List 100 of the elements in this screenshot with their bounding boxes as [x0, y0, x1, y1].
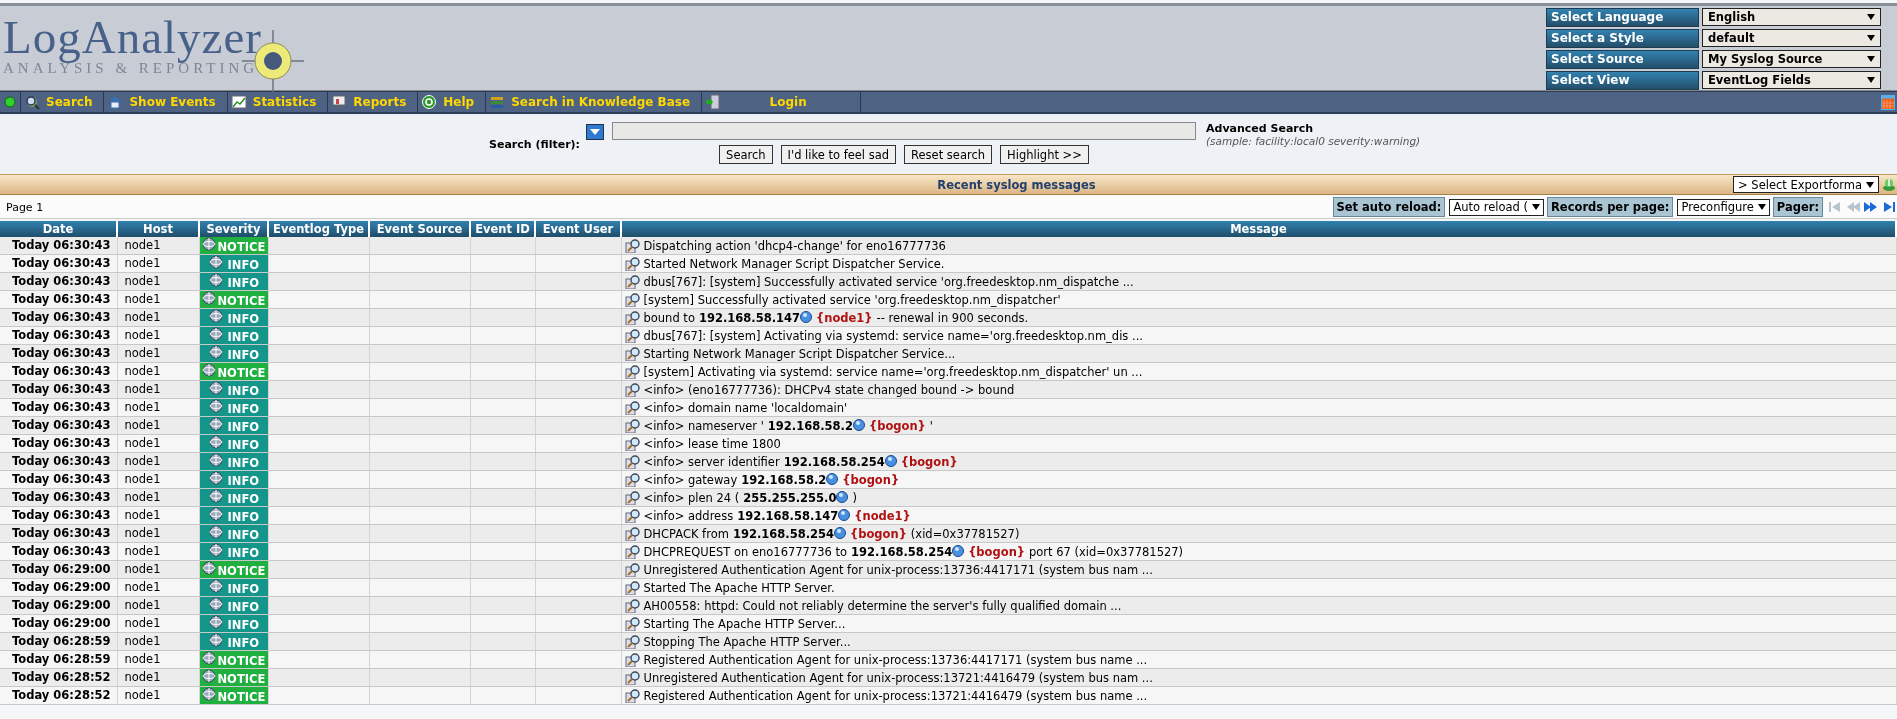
date-cell-text: Today 06:30:43 [11, 436, 111, 450]
host-cell-text: node1 [123, 562, 161, 576]
message-text: [system] Activating via systemd: service name='org.freedesktop.nm_dispatcher' un ... [643, 364, 1143, 379]
severity-label: INFO [227, 258, 260, 272]
message-text: ) [852, 490, 857, 505]
date-cell-text: Today 06:29:00 [11, 580, 111, 594]
severity-label: NOTICE [217, 366, 266, 380]
host-cell-text: node1 [123, 454, 161, 468]
auto-reload-dropdown[interactable]: Auto reload ( [1449, 198, 1544, 216]
search-action-button[interactable]: Search [719, 145, 773, 164]
host-cell-text: node1 [123, 508, 161, 522]
date-cell-text: Today 06:29:00 [11, 562, 111, 576]
severity-label: INFO [227, 492, 260, 506]
search-action-button[interactable]: Highlight >> [1000, 145, 1089, 164]
severity-label: NOTICE [217, 294, 266, 308]
search-action-button[interactable]: I'd like to feel sad [780, 145, 897, 164]
select-dropdown[interactable]: EventLog Fields [1702, 71, 1881, 89]
host-cell-text: node1 [123, 310, 161, 324]
host-cell-text: node1 [123, 382, 161, 396]
severity-label: INFO [227, 528, 260, 542]
search-label: Search (filter): [488, 137, 581, 153]
message-text: <info> domain name 'localdomain' [643, 400, 848, 415]
column-header[interactable]: Event User [535, 221, 621, 237]
message-text: Unregistered Authentication Agent for unix-process:13736:4417171 (system bus nam ... [643, 562, 1153, 577]
date-cell-text: Today 06:28:59 [11, 652, 111, 666]
select-label: Select View [1546, 71, 1699, 90]
host-tag: {bogon} [868, 418, 926, 433]
date-cell-text: Today 06:30:43 [11, 544, 111, 558]
select-dropdown[interactable]: default [1702, 29, 1881, 47]
message-text: Starting The Apache HTTP Server... [643, 616, 846, 631]
column-header[interactable]: Host [117, 221, 199, 237]
control-label: Records per page: [1547, 197, 1674, 217]
ip-address: 192.168.58.254 [851, 544, 953, 559]
host-cell-text: node1 [123, 328, 161, 342]
severity-label: NOTICE [217, 654, 266, 668]
host-tag: {bogon} [968, 544, 1025, 559]
message-text: Started Network Manager Script Dispatcher Service. [643, 256, 945, 271]
host-cell-text: node1 [123, 364, 161, 378]
severity-label: NOTICE [217, 690, 266, 704]
column-header[interactable]: Date [0, 221, 117, 237]
column-header[interactable]: Message [621, 221, 1896, 237]
severity-label: NOTICE [217, 240, 266, 254]
date-cell-text: Today 06:28:52 [11, 670, 111, 684]
select-dropdown[interactable]: My Syslog Source [1702, 50, 1881, 68]
ip-address: 255.255.255.0 [743, 490, 837, 505]
severity-label: INFO [227, 420, 260, 434]
message-text: <info> gateway [643, 472, 738, 487]
date-cell-text: Today 06:28:52 [11, 688, 111, 702]
advanced-search-link[interactable]: Advanced Search [1206, 122, 1421, 135]
column-header[interactable]: Severity [199, 221, 268, 237]
date-cell-text: Today 06:30:43 [11, 454, 111, 468]
date-cell-text: Today 06:30:43 [11, 256, 111, 270]
severity-label: INFO [227, 384, 260, 398]
column-header[interactable]: Eventlog Type [268, 221, 369, 237]
search-action-button[interactable]: Reset search [904, 145, 993, 164]
date-cell-text: Today 06:30:43 [11, 274, 111, 288]
message-text: Registered Authentication Agent for unix-process:13736:4417171 (system bus name ... [643, 652, 1148, 667]
date-cell-text: Today 06:29:00 [11, 616, 111, 630]
host-cell-text: node1 [123, 526, 161, 540]
message-text: DHCPREQUEST on eno16777736 to [643, 544, 848, 559]
date-cell-text: Today 06:30:43 [11, 382, 111, 396]
host-cell-text: node1 [123, 598, 161, 612]
control-label: Set auto reload: [1332, 197, 1446, 217]
date-cell-text: Today 06:30:43 [11, 472, 111, 486]
message-text: dbus[767]: [system] Successfully activated service 'org.freedesktop.nm_dispatche ... [643, 274, 1134, 289]
message-text: -- renewal in 900 seconds. [876, 310, 1029, 325]
column-header[interactable]: Event ID [470, 221, 535, 237]
message-text: <info> server identifier [643, 454, 780, 469]
export-format-dropdown[interactable]: > Select Exportforma [1733, 176, 1879, 193]
select-label: Select Language [1546, 8, 1699, 27]
severity-label: INFO [227, 600, 260, 614]
severity-label: INFO [227, 510, 260, 524]
severity-label: INFO [227, 330, 260, 344]
host-tag: {bogon} [900, 454, 958, 469]
message-text: <info> (eno16777736): DHCPv4 state changed bound -> bound [643, 382, 1015, 397]
page-number: Page 1 [5, 200, 45, 214]
records-per-page-dropdown[interactable]: Preconfigure [1677, 198, 1770, 216]
column-header[interactable]: Event Source [369, 221, 470, 237]
section-title: Recent syslog messages [936, 177, 1097, 192]
control-label: Pager: [1772, 197, 1823, 217]
select-dropdown[interactable]: English [1702, 8, 1881, 26]
message-text: Unregistered Authentication Agent for unix-process:13721:4416479 (system bus nam ... [643, 670, 1153, 685]
host-cell-text: node1 [123, 256, 161, 270]
severity-label: INFO [227, 312, 260, 326]
severity-label: INFO [227, 618, 260, 632]
date-cell-text: Today 06:30:43 [11, 490, 111, 504]
host-tag: {bogon} [842, 472, 900, 487]
host-cell-text: node1 [123, 616, 161, 630]
severity-label: INFO [227, 438, 260, 452]
message-text: <info> plen 24 ( [643, 490, 740, 505]
message-text: Stopping The Apache HTTP Server... [643, 634, 851, 649]
severity-label: INFO [227, 474, 260, 488]
date-cell-text: Today 06:30:43 [11, 328, 111, 342]
host-cell-text: node1 [123, 472, 161, 486]
host-cell-text: node1 [123, 490, 161, 504]
host-cell-text: node1 [123, 634, 161, 648]
search-hint: (sample: facility:local0 severity:warning) [1206, 135, 1421, 147]
message-text: Starting Network Manager Script Dispatcher Service... [643, 346, 956, 361]
host-cell-text: node1 [123, 580, 161, 594]
date-cell-text: Today 06:30:43 [11, 292, 111, 306]
